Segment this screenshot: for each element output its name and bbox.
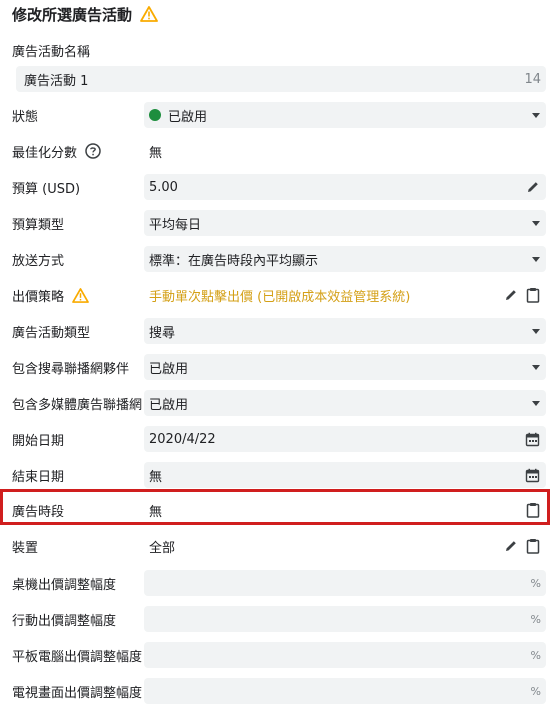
- dropdown-caret-icon: [532, 328, 540, 334]
- budget-value: 5.00: [149, 179, 178, 195]
- dropdown-caret-icon: [532, 364, 540, 370]
- row-display-network: 包含多媒體廣告聯播網 已啟用: [0, 390, 558, 416]
- calendar-icon[interactable]: [525, 468, 540, 483]
- pencil-icon[interactable]: [504, 539, 518, 553]
- row-mobile-bid-adj: 行動出價調整幅度 %: [0, 606, 558, 632]
- bid-strategy-label-group: 出價策略: [12, 282, 89, 308]
- mobile-bid-adj-input[interactable]: %: [144, 606, 546, 632]
- page-title: 修改所選廣告活動: [12, 5, 133, 24]
- page-title-row: 修改所選廣告活動: [12, 3, 158, 25]
- delivery-method-label: 放送方式: [12, 253, 65, 269]
- search-partners-select[interactable]: 已啟用: [144, 354, 546, 380]
- pencil-icon[interactable]: [526, 180, 540, 194]
- calendar-icon[interactable]: [525, 432, 540, 447]
- status-label: 狀態: [12, 109, 39, 125]
- delivery-method-value: 標準：在廣告時段內平均顯示: [149, 253, 319, 269]
- percent-suffix: %: [530, 612, 541, 626]
- warning-icon: [72, 287, 89, 303]
- end-date-label: 結束日期: [12, 469, 65, 485]
- clipboard-icon[interactable]: [526, 287, 540, 303]
- delivery-method-select[interactable]: 標準：在廣告時段內平均顯示: [144, 246, 546, 272]
- display-network-select[interactable]: 已啟用: [144, 390, 546, 416]
- campaign-name-value: 廣告活動 1: [24, 73, 89, 89]
- row-devices: 裝置 全部: [0, 533, 558, 559]
- end-date-value: 無: [149, 469, 163, 485]
- optimization-score-label: 最佳化分數: [12, 145, 78, 161]
- bid-strategy-value-box: 手動單次點擊出價 (已開啟成本效益管理系統): [144, 282, 546, 308]
- row-tablet-bid-adj: 平板電腦出價調整幅度 %: [0, 642, 558, 668]
- tablet-bid-adj-label: 平板電腦出價調整幅度: [12, 649, 143, 665]
- row-campaign-type: 廣告活動類型 搜尋: [0, 318, 558, 344]
- status-value: 已啟用: [168, 109, 208, 125]
- campaign-type-select[interactable]: 搜尋: [144, 318, 546, 344]
- desktop-bid-adj-label: 桌機出價調整幅度: [12, 577, 117, 593]
- search-partners-label: 包含搜尋聯播網夥伴: [12, 361, 130, 377]
- campaign-type-value: 搜尋: [149, 325, 176, 341]
- row-desktop-bid-adj: 桌機出價調整幅度 %: [0, 570, 558, 596]
- bid-strategy-value: 手動單次點擊出價 (已開啟成本效益管理系統): [149, 289, 411, 305]
- warning-icon: [140, 6, 158, 22]
- end-date-input[interactable]: 無: [144, 462, 546, 488]
- clipboard-icon[interactable]: [526, 538, 540, 554]
- pencil-icon[interactable]: [504, 288, 518, 302]
- row-budget-type: 預算類型 平均每日: [0, 210, 558, 236]
- row-tv-bid-adj: 電視畫面出價調整幅度 %: [0, 678, 558, 704]
- optimization-score-label-group: 最佳化分數: [12, 138, 101, 164]
- char-counter: 14: [524, 71, 541, 87]
- row-start-date: 開始日期 2020/4/22: [0, 426, 558, 452]
- row-status: 狀態 已啟用: [0, 102, 558, 128]
- highlight-box: [0, 489, 550, 525]
- mobile-bid-adj-label: 行動出價調整幅度: [12, 613, 117, 629]
- budget-type-select[interactable]: 平均每日: [144, 210, 546, 236]
- enabled-status-icon: [149, 109, 161, 121]
- row-bid-strategy: 出價策略 手動單次點擊出價 (已開啟成本效益管理系統): [0, 282, 558, 308]
- help-icon[interactable]: [85, 143, 101, 159]
- row-delivery-method: 放送方式 標準：在廣告時段內平均顯示: [0, 246, 558, 272]
- dropdown-caret-icon: [532, 112, 540, 118]
- percent-suffix: %: [530, 684, 541, 698]
- campaign-name-label: 廣告活動名稱: [12, 45, 91, 60]
- budget-label: 預算 (USD): [12, 181, 81, 197]
- row-end-date: 結束日期 無: [0, 462, 558, 488]
- optimization-score-value-box: 無: [144, 138, 546, 164]
- search-partners-value: 已啟用: [149, 361, 189, 377]
- budget-type-label: 預算類型: [12, 217, 65, 233]
- tv-bid-adj-label: 電視畫面出價調整幅度: [12, 685, 143, 701]
- start-date-input[interactable]: 2020/4/22: [144, 426, 546, 452]
- devices-value: 全部: [149, 540, 176, 556]
- row-budget: 預算 (USD) 5.00: [0, 174, 558, 200]
- campaign-name-field[interactable]: 廣告活動 1 14: [16, 66, 546, 92]
- display-network-value: 已啟用: [149, 397, 189, 413]
- optimization-score-value: 無: [149, 145, 163, 161]
- bid-strategy-label: 出價策略: [12, 289, 65, 305]
- start-date-value: 2020/4/22: [149, 431, 216, 447]
- percent-suffix: %: [530, 648, 541, 662]
- budget-input[interactable]: 5.00: [144, 174, 546, 200]
- desktop-bid-adj-input[interactable]: %: [144, 570, 546, 596]
- devices-value-box: 全部: [144, 533, 546, 559]
- row-optimization-score: 最佳化分數 無: [0, 138, 558, 164]
- tablet-bid-adj-input[interactable]: %: [144, 642, 546, 668]
- campaign-type-label: 廣告活動類型: [12, 325, 91, 341]
- start-date-label: 開始日期: [12, 433, 65, 449]
- dropdown-caret-icon: [532, 400, 540, 406]
- budget-type-value: 平均每日: [149, 217, 202, 233]
- display-network-label: 包含多媒體廣告聯播網: [12, 397, 143, 413]
- dropdown-caret-icon: [532, 256, 540, 262]
- row-search-partners: 包含搜尋聯播網夥伴 已啟用: [0, 354, 558, 380]
- status-select[interactable]: 已啟用: [144, 102, 546, 128]
- tv-bid-adj-input[interactable]: %: [144, 678, 546, 704]
- percent-suffix: %: [530, 576, 541, 590]
- devices-label: 裝置: [12, 540, 39, 556]
- dropdown-caret-icon: [532, 220, 540, 226]
